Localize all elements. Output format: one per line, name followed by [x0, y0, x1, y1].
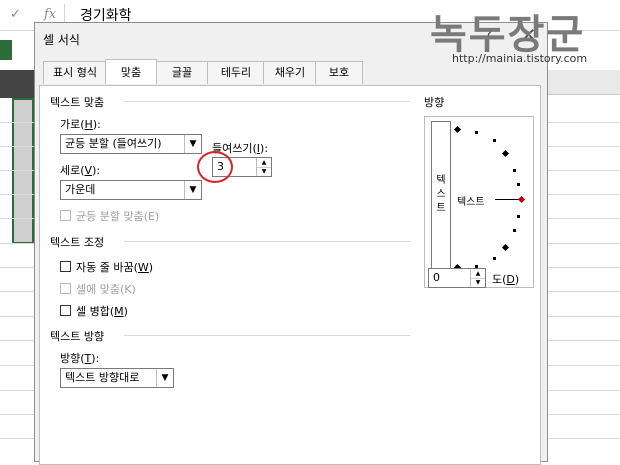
dial-pointer-line: [495, 199, 519, 200]
merge-cells-checkbox[interactable]: [60, 305, 71, 316]
dial-marker-45[interactable]: [501, 149, 510, 158]
vertical-text-char: 트: [436, 203, 446, 214]
horizontal-label: 가로(H):: [60, 118, 101, 131]
selected-range[interactable]: [12, 98, 34, 244]
direction-select-value: 텍스트 방향대로: [65, 371, 140, 384]
dialog-title: 셀 서식: [43, 33, 80, 47]
vertical-select-value: 가운데: [65, 183, 96, 196]
tab-alignment[interactable]: 맞춤: [105, 59, 157, 84]
justify-distributed-label: 균등 분할 맞춤(E): [76, 210, 160, 223]
dial-dot[interactable]: [493, 139, 496, 142]
spin-down-icon[interactable]: ▼: [257, 167, 271, 176]
fx-icon[interactable]: fx: [44, 7, 56, 22]
wrap-text-checkbox[interactable]: [60, 261, 71, 272]
dial-dot[interactable]: [513, 169, 516, 172]
tab-border[interactable]: 테두리: [207, 61, 265, 84]
degrees-spinner[interactable]: 0 ▲ ▼: [428, 268, 486, 288]
horizontal-select[interactable]: 균등 분할 (들여쓰기) ▼: [60, 134, 202, 154]
dial-marker-minus45[interactable]: [501, 243, 510, 252]
shrink-to-fit-checkbox: [60, 283, 71, 294]
dial-marker-0[interactable]: [517, 195, 526, 204]
watermark-url: http://mainia.tistory.com: [452, 52, 588, 65]
direction-label: 방향(T):: [60, 352, 100, 365]
horizontal-select-value: 균등 분할 (들여쓰기): [65, 137, 162, 150]
indent-spin-buttons[interactable]: ▲ ▼: [256, 158, 271, 176]
section-divider: [124, 101, 410, 102]
check-icon[interactable]: ✓: [10, 7, 21, 22]
section-divider: [124, 335, 410, 336]
dial-dot[interactable]: [517, 215, 520, 218]
section-text-direction: 텍스트 방향: [50, 330, 105, 343]
wrap-text-label[interactable]: 자동 줄 바꿈(W): [76, 259, 153, 275]
direction-select[interactable]: 텍스트 방향대로 ▼: [60, 368, 174, 388]
vertical-text-toggle[interactable]: 텍 스 트: [431, 121, 451, 271]
orientation-box[interactable]: 텍 스 트 텍스트: [424, 116, 534, 288]
section-orientation: 방향: [424, 96, 445, 109]
highlight-circle: [197, 151, 233, 183]
chevron-down-icon[interactable]: ▼: [184, 135, 201, 153]
vertical-text-char: 텍: [436, 175, 446, 186]
section-divider: [124, 241, 410, 242]
degrees-label: 도(D): [492, 273, 520, 286]
dial-text: 텍스트: [457, 197, 485, 208]
vertical-text-char: 스: [436, 189, 446, 200]
row-indicator: [0, 40, 12, 60]
tab-number[interactable]: 표시 형식: [43, 61, 107, 84]
alignment-panel: 텍스트 맞춤 가로(H): 균등 분할 (들여쓰기) ▼ 들여쓰기(I): 3 …: [39, 85, 541, 465]
dial-dot[interactable]: [513, 229, 516, 232]
dial-dot[interactable]: [517, 183, 520, 186]
column-header-selected: [0, 70, 34, 98]
dial-marker-90[interactable]: [453, 125, 462, 134]
shrink-to-fit-label: 셀에 맞춤(K): [76, 283, 136, 296]
degrees-value[interactable]: 0: [433, 271, 440, 284]
tab-fill[interactable]: 채우기: [263, 61, 317, 84]
tab-protection[interactable]: 보호: [315, 61, 363, 84]
orientation-dial[interactable]: 텍스트: [453, 121, 529, 272]
section-text-control: 텍스트 조정: [50, 236, 105, 249]
merge-cells-label[interactable]: 셀 병합(M): [76, 303, 128, 319]
dial-dot[interactable]: [475, 131, 478, 134]
format-cells-dialog: 셀 서식 ? ✕ 표시 형식 맞춤 글꼴 테두리 채우기 보호 텍스트 맞춤 가…: [34, 22, 548, 465]
vertical-select[interactable]: 가운데 ▼: [60, 180, 202, 200]
vertical-label: 세로(V):: [60, 164, 101, 177]
chevron-down-icon[interactable]: ▼: [156, 369, 173, 387]
tab-font[interactable]: 글꼴: [155, 61, 209, 84]
section-text-alignment: 텍스트 맞춤: [50, 96, 105, 109]
spin-down-icon[interactable]: ▼: [471, 278, 485, 287]
justify-distributed-checkbox: [60, 210, 71, 221]
chevron-down-icon[interactable]: ▼: [184, 181, 201, 199]
degrees-spin-buttons[interactable]: ▲ ▼: [470, 269, 485, 287]
dial-dot[interactable]: [493, 257, 496, 260]
